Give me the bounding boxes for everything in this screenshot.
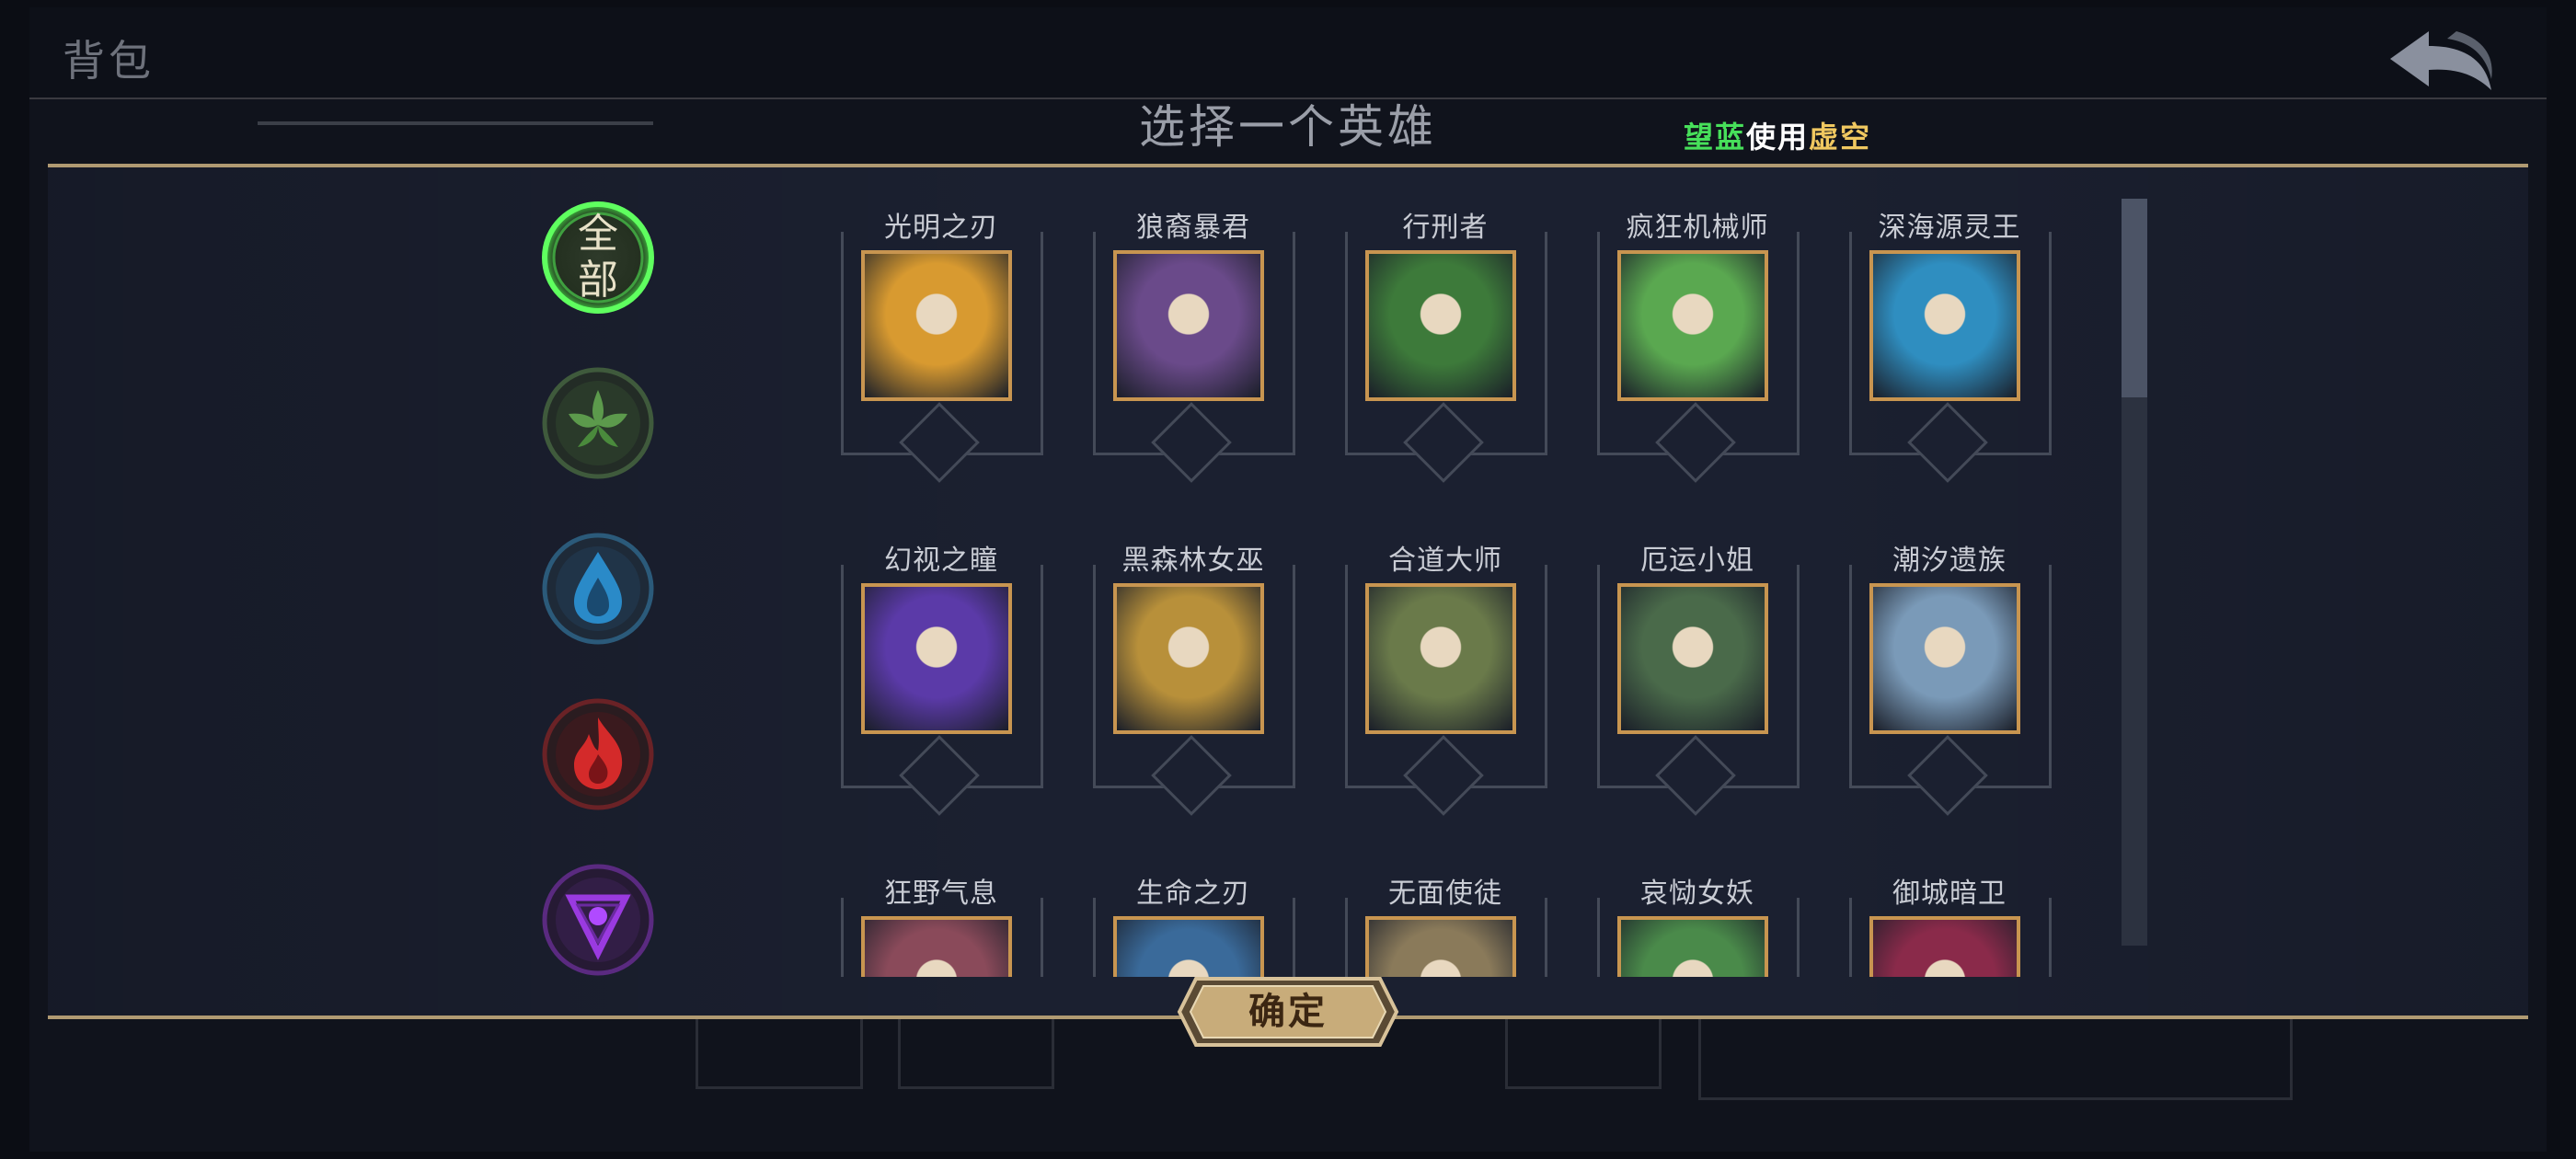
hero-name: 厄运小姐: [1640, 545, 1754, 577]
scrollbar[interactable]: [2122, 199, 2147, 946]
leaf-faction-icon: [542, 367, 654, 479]
hero-name: 黑森林女巫: [1121, 545, 1265, 577]
hero-portrait[interactable]: [1869, 583, 2020, 734]
hero-portrait[interactable]: [1617, 916, 1768, 977]
hero-portrait[interactable]: [1113, 916, 1264, 977]
void-faction-icon: [542, 864, 654, 976]
back-button[interactable]: [2383, 24, 2502, 96]
hero-portrait[interactable]: [861, 583, 1012, 734]
hero-name: 生命之刃: [1136, 878, 1250, 910]
hero-name: 光明之刃: [884, 212, 998, 244]
hero-portrait[interactable]: [1869, 250, 2020, 401]
hero-name: 无面使徒: [1388, 878, 1502, 910]
hero-name: 御城暗卫: [1892, 878, 2007, 910]
hero-card[interactable]: 行刑者: [1340, 204, 1551, 499]
notice-item: 虚空: [1809, 120, 1872, 155]
hero-select-panel: 全部 光明之刃 狼裔暴君 行刑者 疯狂机械师 深海源灵王 幻视之瞳 黑森林女巫 …: [48, 164, 2528, 1019]
hero-card[interactable]: 光明之刃: [835, 204, 1047, 499]
hero-name: 疯狂机械师: [1626, 212, 1769, 244]
hero-name: 狂野气息: [884, 878, 998, 910]
hero-name: 哀恸女妖: [1640, 878, 1754, 910]
notice-player-name: 望蓝: [1684, 120, 1747, 155]
hero-portrait[interactable]: [1617, 583, 1768, 734]
hero-card[interactable]: 潮汐遗族: [1844, 537, 2055, 832]
hero-card[interactable]: 哀恸女妖: [1592, 870, 1803, 977]
hero-portrait[interactable]: [1365, 916, 1516, 977]
fire-faction-icon: [542, 698, 654, 810]
dialog-title: 选择一个英雄: [1139, 100, 1437, 154]
faction-filter-fire[interactable]: [541, 697, 655, 811]
faction-filter-void[interactable]: [541, 863, 655, 977]
hero-name: 行刑者: [1402, 212, 1489, 244]
water-faction-icon: [542, 533, 654, 645]
faction-filter-water[interactable]: [541, 532, 655, 646]
hero-card[interactable]: 生命之刃: [1087, 870, 1299, 977]
hero-portrait[interactable]: [1365, 250, 1516, 401]
notice-action: 使用: [1746, 120, 1810, 155]
hero-card[interactable]: 厄运小姐: [1592, 537, 1803, 832]
hero-card[interactable]: 无面使徒: [1340, 870, 1551, 977]
hero-portrait[interactable]: [1869, 916, 2020, 977]
confirm-button[interactable]: 确定: [1176, 975, 1400, 1049]
hero-card[interactable]: 狂野气息: [835, 870, 1047, 977]
hero-card[interactable]: 合道大师: [1340, 537, 1551, 832]
hero-name: 潮汐遗族: [1892, 545, 2007, 577]
scrolling-notice: 望蓝使用虚空: [1684, 114, 1871, 156]
hero-portrait[interactable]: [861, 250, 1012, 401]
page-title: 背包: [63, 36, 155, 86]
hero-name: 狼裔暴君: [1136, 212, 1250, 244]
hero-name: 幻视之瞳: [884, 545, 998, 577]
hero-card[interactable]: 黑森林女巫: [1087, 537, 1299, 832]
scroll-thumb[interactable]: [2122, 199, 2147, 397]
top-bar: 背包: [29, 7, 2547, 99]
hero-grid: 光明之刃 狼裔暴君 行刑者 疯狂机械师 深海源灵王幻视之瞳 黑森林女巫 合道大师 厄运小姐 潮汐…: [784, 204, 2090, 977]
hero-name: 合道大师: [1388, 545, 1502, 577]
faction-filter-nature[interactable]: [541, 366, 655, 480]
hero-card[interactable]: 幻视之瞳: [835, 537, 1047, 832]
background-decoration: [258, 121, 653, 125]
hero-card[interactable]: 深海源灵王: [1844, 204, 2055, 499]
hero-portrait[interactable]: [1113, 250, 1264, 401]
faction-all-label: 全部: [578, 211, 618, 304]
hero-card[interactable]: 御城暗卫: [1844, 870, 2055, 977]
back-arrow-icon: [2390, 31, 2492, 90]
faction-filter-all[interactable]: 全部: [541, 201, 655, 315]
hero-name: 深海源灵王: [1878, 212, 2021, 244]
hero-portrait[interactable]: [1617, 250, 1768, 401]
hero-card[interactable]: 疯狂机械师: [1592, 204, 1803, 499]
hero-portrait[interactable]: [1365, 583, 1516, 734]
confirm-label: 确定: [1248, 991, 1328, 1033]
hero-portrait[interactable]: [1113, 583, 1264, 734]
hero-portrait[interactable]: [861, 916, 1012, 977]
hero-card[interactable]: 狼裔暴君: [1087, 204, 1299, 499]
